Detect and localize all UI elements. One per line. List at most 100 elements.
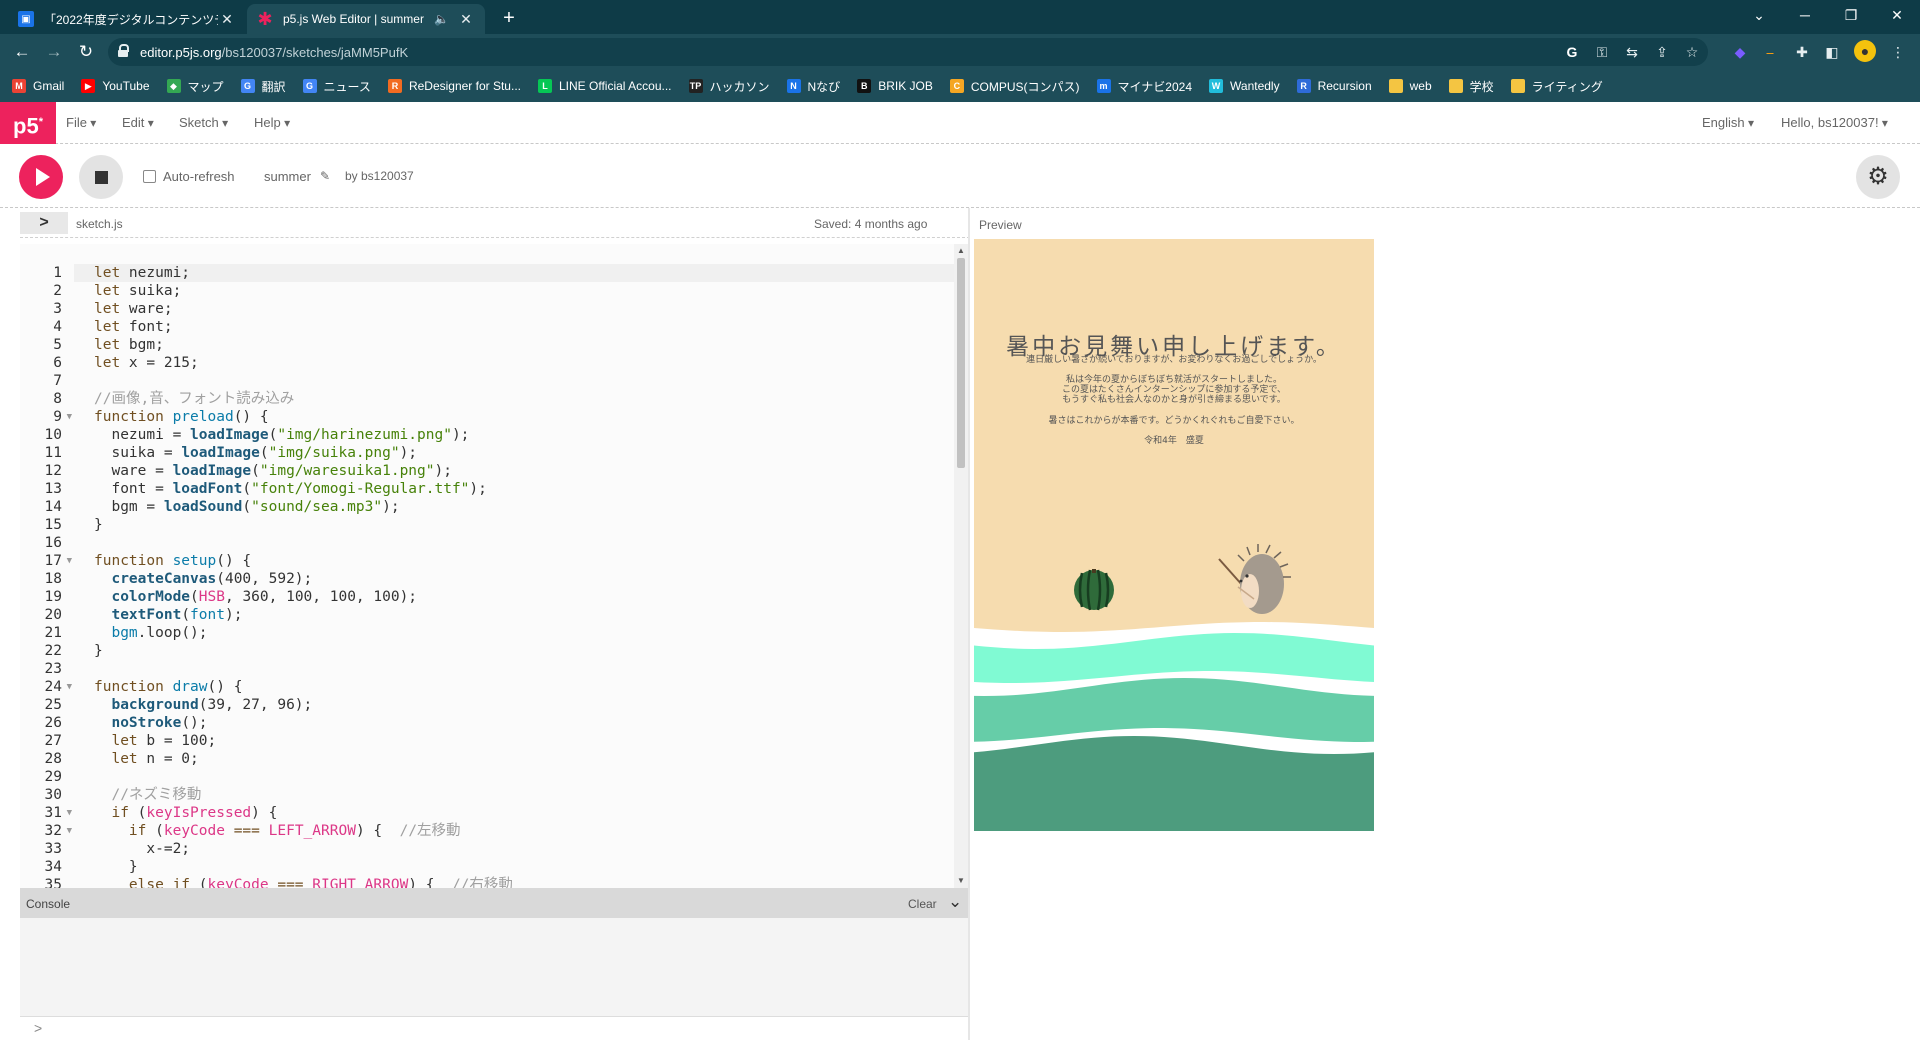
- play-button[interactable]: [19, 155, 63, 199]
- code-line[interactable]: let ware;: [74, 300, 970, 318]
- forward-icon[interactable]: →: [42, 40, 66, 64]
- code-line[interactable]: background(39, 27, 96);: [74, 696, 970, 714]
- scroll-up-icon[interactable]: ▲: [957, 246, 965, 255]
- fold-arrow-icon[interactable]: ▼: [67, 678, 72, 696]
- reload-icon[interactable]: ↻: [74, 40, 98, 64]
- code-line[interactable]: bgm = loadSound("sound/sea.mp3");: [74, 498, 970, 516]
- menu-help[interactable]: Help: [254, 115, 290, 130]
- bookmark-item[interactable]: B BRIK JOB: [857, 79, 933, 93]
- code-line[interactable]: ware = loadImage("img/waresuika1.png");: [74, 462, 970, 480]
- code-line[interactable]: if (keyCode === LEFT_ARROW) { //左移動: [74, 822, 970, 840]
- bookmark-item[interactable]: R ReDesigner for Stu...: [387, 79, 521, 93]
- extension-orange-icon[interactable]: ⎯: [1760, 42, 1780, 62]
- bookmark-item[interactable]: TP ハッカソン: [688, 78, 770, 95]
- code-line[interactable]: }: [74, 516, 970, 534]
- code-editor[interactable]: 1 2 3 4 5 6 7 8 9 ▼ 10 11 12 13 14 15 16 17 ▼ 18 19 20 21 22 23 2…: [20, 244, 970, 888]
- code-line[interactable]: else if (keyCode === RIGHT_ARROW) { //右移…: [74, 876, 970, 888]
- extensions-puzzle-icon[interactable]: ✚: [1792, 42, 1812, 62]
- scroll-down-icon[interactable]: ▼: [957, 876, 965, 885]
- share-icon[interactable]: ⇪: [1652, 42, 1672, 62]
- bookmark-item[interactable]: L LINE Official Accou...: [538, 79, 672, 93]
- back-icon[interactable]: ←: [10, 40, 34, 64]
- console-clear-button[interactable]: Clear: [908, 897, 937, 911]
- close-tab-icon[interactable]: ✕: [218, 11, 236, 28]
- code-line[interactable]: colorMode(HSB, 360, 100, 100, 100);: [74, 588, 970, 606]
- code-line[interactable]: nezumi = loadImage("img/harinezumi.png")…: [74, 426, 970, 444]
- bookmark-item[interactable]: ▶ YouTube: [81, 79, 150, 93]
- code-line[interactable]: //ネズミ移動: [74, 786, 970, 804]
- minimize-icon[interactable]: ─: [1782, 0, 1828, 30]
- tab-search-icon[interactable]: ⌄: [1736, 0, 1782, 30]
- editor-scrollbar[interactable]: ▲ ▼: [954, 244, 968, 888]
- google-icon[interactable]: G: [1562, 42, 1582, 62]
- bookmark-item[interactable]: W Wantedly: [1209, 79, 1280, 93]
- user-menu[interactable]: Hello, bs120037!: [1781, 115, 1888, 130]
- code-line[interactable]: bgm.loop();: [74, 624, 970, 642]
- bookmark-item[interactable]: N Nなび: [786, 78, 840, 95]
- fold-arrow-icon[interactable]: ▼: [67, 408, 72, 426]
- auto-refresh-checkbox[interactable]: [143, 170, 156, 183]
- browser-tab-course[interactable]: ▣ 「2022年度デジタルコンテンツデザイン ✕: [8, 4, 246, 34]
- bookmark-item[interactable]: m マイナビ2024: [1096, 78, 1192, 95]
- code-line[interactable]: function preload() {: [74, 408, 970, 426]
- code-line[interactable]: [74, 372, 970, 390]
- code-line[interactable]: let suika;: [74, 282, 970, 300]
- code-line[interactable]: let b = 100;: [74, 732, 970, 750]
- code-line[interactable]: font = loadFont("font/Yomogi-Regular.ttf…: [74, 480, 970, 498]
- code-line[interactable]: let bgm;: [74, 336, 970, 354]
- bookmark-item[interactable]: ◆ マップ: [166, 78, 224, 95]
- code-line[interactable]: textFont(font);: [74, 606, 970, 624]
- close-window-icon[interactable]: ✕: [1874, 0, 1920, 30]
- code-line[interactable]: [74, 660, 970, 678]
- code-line[interactable]: [74, 768, 970, 786]
- expand-sidebar-button[interactable]: >: [20, 212, 68, 234]
- bookmark-item[interactable]: web: [1388, 79, 1432, 93]
- code-line[interactable]: noStroke();: [74, 714, 970, 732]
- settings-gear-button[interactable]: ⚙: [1856, 155, 1900, 199]
- console-input[interactable]: >: [20, 1016, 970, 1040]
- code-line[interactable]: //画像,音、フォント読み込み: [74, 390, 970, 408]
- language-menu[interactable]: English: [1702, 115, 1754, 130]
- code-line[interactable]: }: [74, 642, 970, 660]
- p5-logo[interactable]: p5*: [0, 102, 56, 144]
- bookmark-item[interactable]: ライティング: [1510, 78, 1603, 95]
- pane-divider[interactable]: [968, 208, 970, 1040]
- bookmark-item[interactable]: G ニュース: [302, 78, 371, 95]
- menu-edit[interactable]: Edit: [122, 115, 154, 130]
- pencil-icon[interactable]: ✎: [320, 169, 330, 183]
- bookmark-item[interactable]: M Gmail: [12, 79, 64, 93]
- bookmark-item[interactable]: 学校: [1448, 78, 1494, 95]
- code-line[interactable]: function draw() {: [74, 678, 970, 696]
- translate-icon[interactable]: ⇆: [1622, 42, 1642, 62]
- scrollbar-thumb[interactable]: [957, 258, 965, 468]
- fold-arrow-icon[interactable]: ▼: [67, 552, 72, 570]
- code-line[interactable]: let x = 215;: [74, 354, 970, 372]
- side-panel-icon[interactable]: ◧: [1822, 42, 1842, 62]
- menu-sketch[interactable]: Sketch: [179, 115, 228, 130]
- sketch-name[interactable]: summer: [264, 169, 311, 184]
- chrome-menu-icon[interactable]: ⋮: [1888, 42, 1908, 62]
- fold-arrow-icon[interactable]: ▼: [67, 804, 72, 822]
- code-line[interactable]: let font;: [74, 318, 970, 336]
- code-line[interactable]: [74, 534, 970, 552]
- stop-button[interactable]: [79, 155, 123, 199]
- code-line[interactable]: function setup() {: [74, 552, 970, 570]
- code-line[interactable]: suika = loadImage("img/suika.png");: [74, 444, 970, 462]
- restore-icon[interactable]: ❐: [1828, 0, 1874, 30]
- bookmark-item[interactable]: R Recursion: [1296, 79, 1372, 93]
- bookmark-item[interactable]: G 翻訳: [240, 78, 286, 95]
- file-name[interactable]: sketch.js: [76, 217, 123, 231]
- key-icon[interactable]: ⚿: [1592, 42, 1612, 62]
- sketch-canvas[interactable]: 暑中お見舞い申し上げます。 連日厳しい暑さが続いておりますが、お変わりなくお過ご…: [974, 239, 1374, 831]
- menu-file[interactable]: File: [66, 115, 96, 130]
- profile-avatar-icon[interactable]: ●: [1854, 40, 1876, 62]
- speaker-icon[interactable]: 🔈: [434, 12, 449, 26]
- bookmark-item[interactable]: C COMPUS(コンパス): [949, 78, 1080, 95]
- code-line[interactable]: if (keyIsPressed) {: [74, 804, 970, 822]
- extension-badge-icon[interactable]: ◆: [1730, 42, 1750, 62]
- code-line[interactable]: let nezumi;: [74, 264, 970, 282]
- code-line[interactable]: let n = 0;: [74, 750, 970, 768]
- new-tab-button[interactable]: +: [496, 6, 522, 32]
- browser-tab-p5[interactable]: ✱ p5.js Web Editor | summer 🔈 ✕: [247, 4, 485, 34]
- bookmark-star-icon[interactable]: ☆: [1682, 42, 1702, 62]
